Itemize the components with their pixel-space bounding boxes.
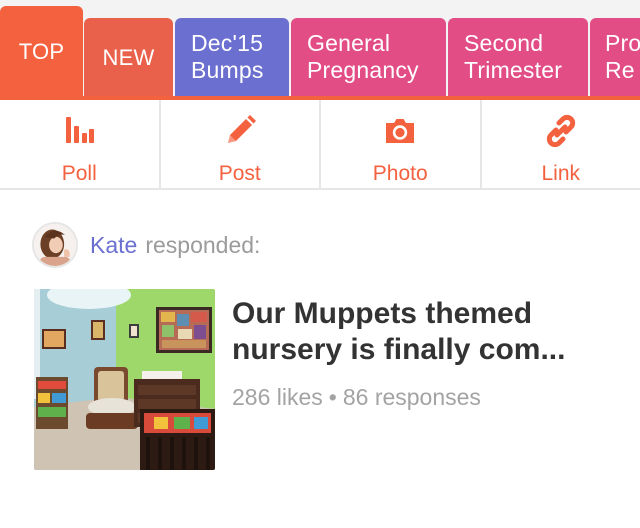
bar-chart-icon xyxy=(66,117,95,143)
tab-label-line2: Trimester xyxy=(464,57,563,83)
post-title[interactable]: Our Muppets themed nursery is finally co… xyxy=(232,296,624,368)
poll-button[interactable]: Poll xyxy=(0,100,161,188)
tab-label-line1: General xyxy=(307,30,391,56)
stats-separator: • xyxy=(328,384,337,410)
tab-label-line2: Re xyxy=(605,57,635,83)
responder-name[interactable]: Kate xyxy=(90,232,137,259)
tab-partial-pro[interactable]: Pro Re xyxy=(590,18,640,96)
tab-top-label: TOP xyxy=(18,38,65,64)
tab-second-trimester[interactable]: Second Trimester xyxy=(448,18,588,96)
tab-label-line1: Dec'15 xyxy=(191,30,264,56)
post-thumbnail-image[interactable] xyxy=(34,289,215,470)
poll-label: Poll xyxy=(61,162,97,185)
link-button[interactable]: Link xyxy=(482,100,640,188)
group-tab-bar: TOP NEW Dec'15 Bumps General Pregnancy S… xyxy=(0,0,640,100)
post-label: Post xyxy=(218,162,261,185)
likes-count: 286 likes xyxy=(232,384,323,410)
tab-label-line2: Pregnancy xyxy=(307,57,419,83)
composer-actions: Poll Post Photo Link xyxy=(0,100,640,190)
tab-general-pregnancy[interactable]: General Pregnancy xyxy=(291,18,446,96)
responder-verb: responded: xyxy=(145,231,261,258)
tab-new-label: NEW xyxy=(102,44,155,70)
tab-label-line1: Second xyxy=(464,30,544,56)
tab-top[interactable]: TOP xyxy=(0,6,83,96)
post-stats: 286 likes • 86 responses xyxy=(232,384,481,411)
avatar[interactable] xyxy=(32,222,78,268)
feed-card[interactable]: Kate responded: Our Muppets themed nurse… xyxy=(0,192,640,528)
tab-dec15-bumps[interactable]: Dec'15 Bumps xyxy=(175,18,289,96)
tab-label-line2: Bumps xyxy=(191,57,264,83)
post-button[interactable]: Post xyxy=(161,100,321,188)
tab-new[interactable]: NEW xyxy=(84,18,173,96)
camera-icon xyxy=(386,119,415,143)
photo-label: Photo xyxy=(372,162,428,185)
responder-row: Kate responded: xyxy=(32,222,260,268)
link-icon xyxy=(546,114,575,148)
photo-button[interactable]: Photo xyxy=(321,100,482,188)
link-label: Link xyxy=(541,162,581,185)
responses-count: 86 responses xyxy=(342,384,481,410)
tab-label-line1: Pro xyxy=(605,30,640,56)
pencil-icon xyxy=(227,115,256,143)
